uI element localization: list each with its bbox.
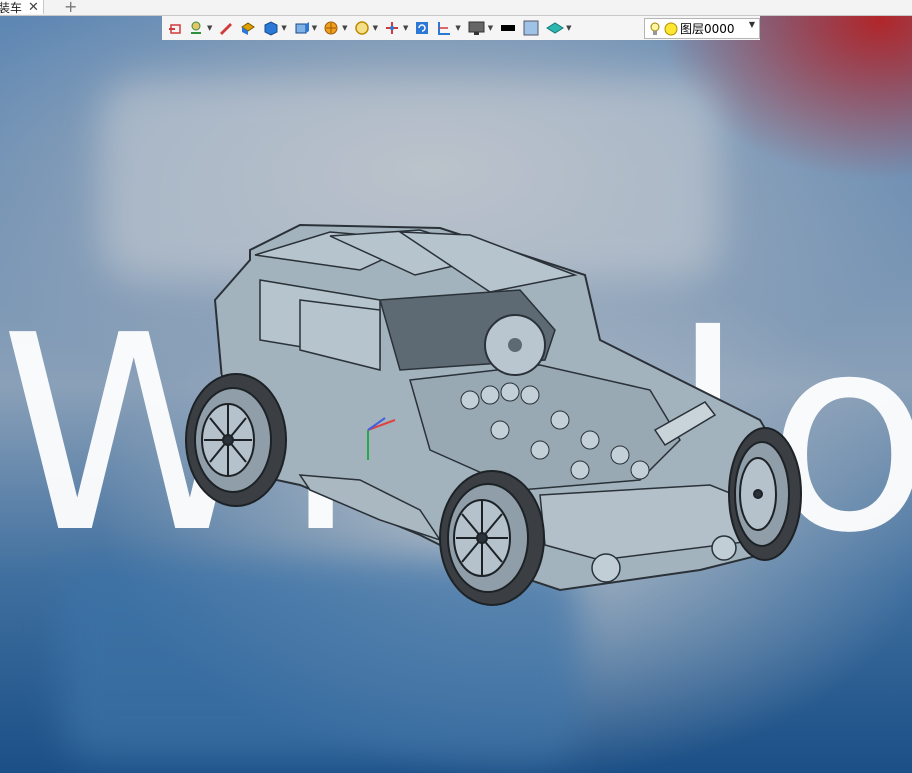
style-icon[interactable]: ▼ [545,20,572,36]
3d-viewport[interactable]: Window [0,0,912,773]
front-left-wheel [439,470,545,606]
chevron-down-icon[interactable]: ▼ [342,24,347,32]
view-cube-icon[interactable]: ▼ [293,20,317,36]
chevron-down-icon[interactable]: ▼ [749,20,755,29]
sketch-plane-icon[interactable] [168,21,182,35]
axis-icon[interactable]: ▼ [384,20,408,36]
display-icon[interactable]: ▼ [467,20,493,36]
layer-color-icon [664,22,678,35]
document-tab[interactable]: 装车 ✕ [0,0,44,15]
chevron-down-icon[interactable]: ▼ [403,24,408,32]
lightbulb-icon[interactable] [648,21,662,37]
hole-feature-icon[interactable]: ▼ [188,20,212,36]
chevron-down-icon[interactable]: ▼ [207,24,212,32]
extrude-icon[interactable] [240,21,256,35]
section-icon[interactable]: ▼ [436,20,461,36]
document-tab-label: 装车 [0,0,23,15]
close-icon[interactable]: ✕ [28,0,39,15]
pencil-icon[interactable] [218,21,234,35]
layer-name: 图层0000 [680,22,735,36]
chevron-down-icon[interactable]: ▼ [373,24,378,32]
rear-left-wheel [185,373,287,507]
chevron-down-icon[interactable]: ▼ [455,24,460,32]
view-toolbar: ▼ ▼ ▼ ▼ ▼ ▼ ▼ ▼ ▼ 图层0000 ▼ [162,16,760,40]
add-tab-icon[interactable]: + [64,0,77,16]
color-black-swatch[interactable] [499,21,517,35]
zoom-icon[interactable]: ▼ [354,20,378,36]
chevron-down-icon[interactable]: ▼ [566,24,571,32]
front-right-wheel [728,427,802,561]
chevron-down-icon[interactable]: ▼ [281,24,286,32]
color-blue-swatch[interactable] [523,20,539,36]
render-mode-icon[interactable]: ▼ [323,20,348,36]
chevron-down-icon[interactable]: ▼ [312,24,317,32]
rotate-icon[interactable] [414,20,430,36]
chevron-down-icon[interactable]: ▼ [488,24,493,32]
layer-select[interactable]: 图层0000 ▼ [644,18,760,39]
document-tab-bar: 装车 ✕ + [0,0,912,16]
solid-cube-icon[interactable]: ▼ [262,20,287,36]
car-model[interactable] [0,0,912,773]
